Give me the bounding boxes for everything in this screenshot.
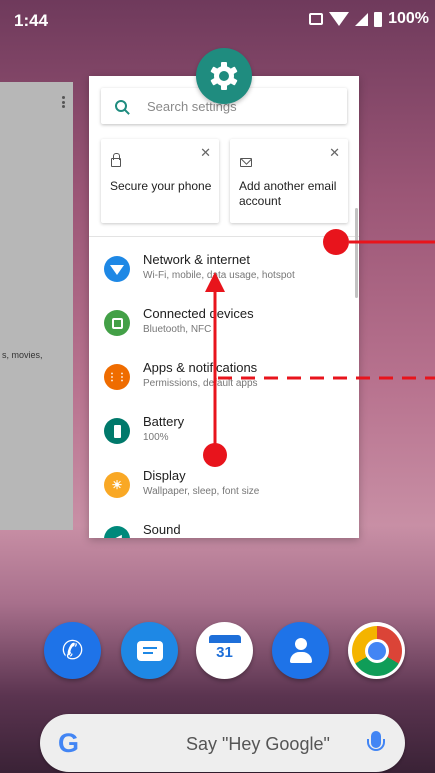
phone-icon: ✆ <box>61 635 84 665</box>
calendar-icon: 31 <box>208 634 241 667</box>
calendar-app-icon[interactable]: 31 <box>196 622 253 679</box>
item-subtitle: Wi-Fi, mobile, data usage, hotspot <box>143 270 295 281</box>
suggestion-card-add-email[interactable]: ✕ Add another email account <box>230 139 348 223</box>
email-icon <box>240 153 252 167</box>
settings-item-network[interactable]: Network & internet Wi-Fi, mobile, data u… <box>89 252 359 310</box>
status-icons: 100% <box>309 10 429 28</box>
devices-icon <box>104 310 130 336</box>
chrome-app-icon[interactable] <box>348 622 405 679</box>
battery-icon <box>104 418 130 444</box>
messages-app-icon[interactable] <box>121 622 178 679</box>
apps-grid-icon: ⋮⋮ <box>104 364 130 390</box>
item-subtitle: 100% <box>143 432 169 443</box>
chrome-icon <box>351 625 402 676</box>
google-logo: G <box>58 728 80 758</box>
card-snippet-text: s, movies, <box>2 350 43 360</box>
contacts-app-icon[interactable] <box>272 622 329 679</box>
item-title: Sound <box>143 522 181 537</box>
search-hint: Say "Hey Google" <box>186 734 330 754</box>
item-title: Display <box>143 468 186 483</box>
item-title: Apps & notifications <box>143 360 258 375</box>
item-title: Battery <box>143 414 185 429</box>
message-icon <box>136 640 163 661</box>
status-bar: 1:44 100% <box>0 0 435 40</box>
suggestion-card-secure-phone[interactable]: ✕ Secure your phone <box>101 139 219 223</box>
wifi-icon <box>104 256 130 282</box>
calendar-day: 31 <box>216 643 233 661</box>
person-icon <box>289 638 312 663</box>
search-icon <box>115 100 127 112</box>
divider <box>89 236 359 237</box>
close-icon[interactable]: ✕ <box>200 145 211 161</box>
settings-item-apps[interactable]: ⋮⋮ Apps & notifications Permissions, def… <box>89 360 359 418</box>
gear-icon <box>210 62 238 90</box>
item-subtitle: Bluetooth, NFC <box>143 324 212 335</box>
cell-signal-icon <box>355 12 369 26</box>
settings-item-battery[interactable]: Battery 100% <box>89 414 359 472</box>
settings-item-sound[interactable]: ◀ Sound <box>89 522 359 538</box>
mic-icon[interactable] <box>367 731 385 751</box>
item-subtitle: Permissions, default apps <box>143 378 258 389</box>
phone-app-icon[interactable]: ✆ <box>44 622 101 679</box>
settings-app-icon[interactable] <box>196 48 252 104</box>
settings-item-display[interactable]: ☀ Display Wallpaper, sleep, font size <box>89 468 359 526</box>
settings-item-connected-devices[interactable]: Connected devices Bluetooth, NFC <box>89 306 359 364</box>
wifi-icon <box>329 12 350 26</box>
volume-icon: ◀ <box>104 526 130 538</box>
recent-app-card-left[interactable]: s, movies, <box>0 82 73 530</box>
item-title: Connected devices <box>143 306 254 321</box>
clock: 1:44 <box>14 11 49 30</box>
more-options-icon[interactable] <box>62 96 65 108</box>
close-icon[interactable]: ✕ <box>329 145 340 161</box>
battery-icon <box>374 11 383 27</box>
brightness-icon: ☀ <box>104 472 130 498</box>
suggestion-label: Secure your phone <box>110 179 212 193</box>
suggestion-label: Add another email account <box>239 179 337 208</box>
lock-icon <box>111 153 121 167</box>
item-title: Network & internet <box>143 252 250 267</box>
google-search-bar[interactable]: G Say "Hey Google" <box>40 714 405 772</box>
nfc-icon <box>309 13 324 25</box>
recent-app-card-settings[interactable]: Search settings ✕ Secure your phone ✕ Ad… <box>89 76 359 538</box>
battery-percent: 100% <box>388 10 429 27</box>
item-subtitle: Wallpaper, sleep, font size <box>143 486 260 497</box>
